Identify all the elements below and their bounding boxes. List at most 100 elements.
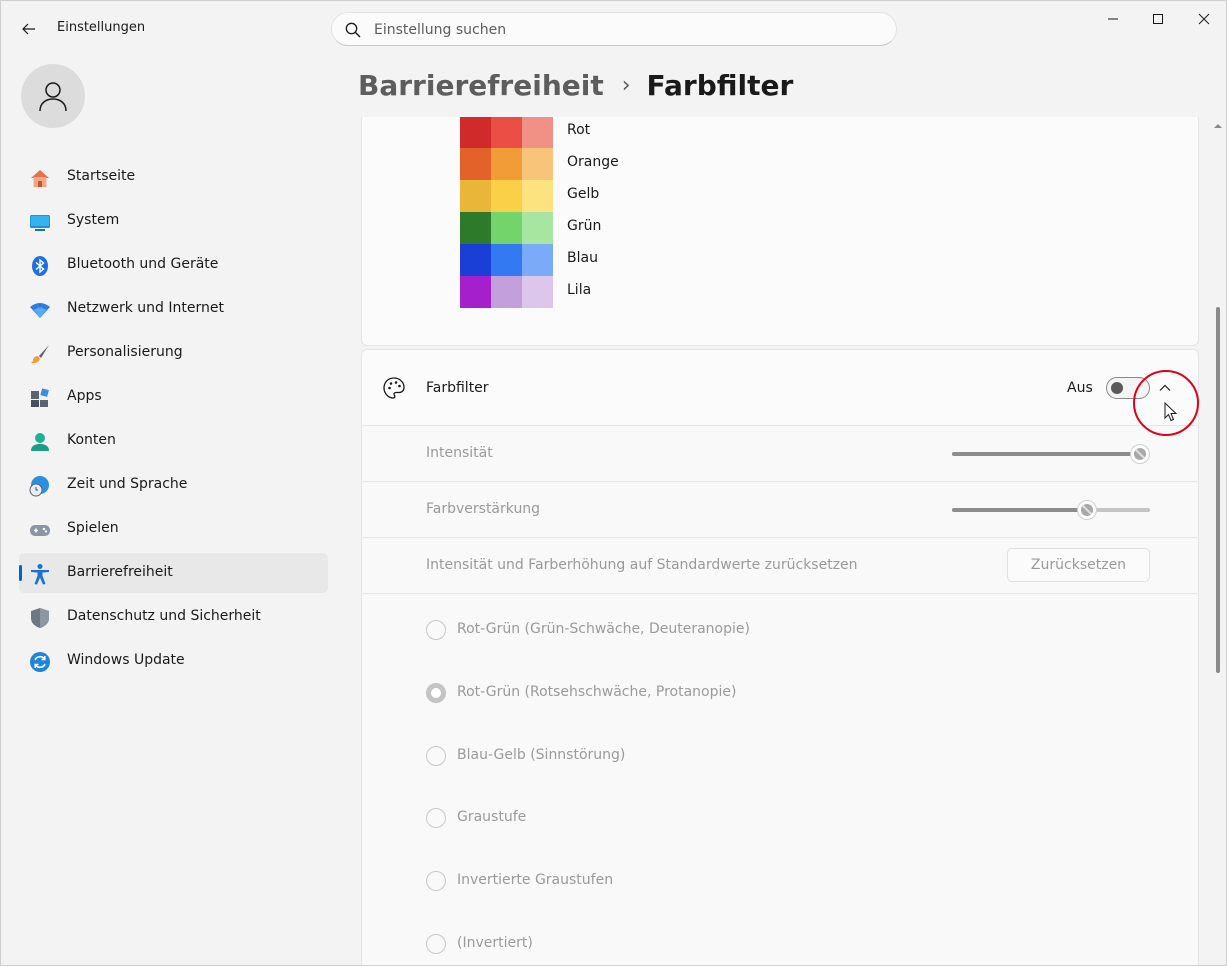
color-swatch-label: Orange bbox=[567, 154, 619, 170]
active-indicator bbox=[19, 565, 22, 581]
gamepad-icon bbox=[29, 519, 51, 541]
scroll-up-arrow-icon[interactable] bbox=[1213, 121, 1223, 131]
wifi-icon bbox=[29, 299, 51, 321]
sidebar-item-label: Bluetooth und Geräte bbox=[67, 256, 219, 272]
intensity-label: Intensität bbox=[426, 445, 493, 461]
color-preview-card: Rot Orange Gelb Grün Blau Lila bbox=[361, 117, 1199, 346]
toggle-state-label: Aus bbox=[1067, 380, 1093, 396]
sidebar-item-personalisierung[interactable]: Personalisierung bbox=[19, 333, 328, 373]
maximize-button[interactable] bbox=[1136, 5, 1180, 33]
settings-window: Einstellungen Startseit bbox=[0, 0, 1227, 966]
intensity-slider[interactable] bbox=[952, 444, 1151, 464]
scrollbar[interactable] bbox=[1211, 117, 1225, 965]
scrollbar-thumb[interactable] bbox=[1216, 307, 1220, 673]
search-input[interactable] bbox=[374, 19, 874, 41]
sidebar-item-network[interactable]: Netzwerk und Internet bbox=[19, 289, 328, 329]
avatar[interactable] bbox=[21, 64, 85, 128]
title-bar: Einstellungen bbox=[1, 1, 1226, 57]
color-swatch-label: Blau bbox=[567, 250, 598, 266]
sidebar-item-zeit-sprache[interactable]: Zeit und Sprache bbox=[19, 465, 328, 505]
color-swatch bbox=[491, 180, 522, 212]
slider-thumb[interactable] bbox=[1130, 444, 1151, 464]
intensity-row: Intensität bbox=[362, 426, 1198, 482]
color-boost-row: Farbverstärkung bbox=[362, 482, 1198, 538]
sidebar-item-system[interactable]: System bbox=[19, 201, 328, 241]
sidebar-item-konten[interactable]: Konten bbox=[19, 421, 328, 461]
sidebar-item-startseite[interactable]: Startseite bbox=[19, 157, 328, 197]
color-swatch bbox=[522, 276, 553, 308]
sidebar-item-windows-update[interactable]: Windows Update bbox=[19, 641, 328, 681]
sidebar-item-apps[interactable]: Apps bbox=[19, 377, 328, 417]
reset-description: Intensität und Farberhöhung auf Standard… bbox=[426, 557, 858, 573]
color-swatch bbox=[491, 276, 522, 308]
search-box[interactable] bbox=[331, 12, 897, 46]
color-swatch-row bbox=[460, 244, 553, 276]
color-boost-label: Farbverstärkung bbox=[426, 501, 541, 517]
color-swatch bbox=[491, 244, 522, 276]
color-swatch bbox=[491, 148, 522, 180]
color-filter-header[interactable]: Farbfilter Aus bbox=[362, 350, 1199, 436]
sidebar-nav: Startseite System Bluetooth und Geräte N… bbox=[19, 157, 328, 685]
reset-button[interactable]: Zurücksetzen bbox=[1007, 548, 1150, 582]
radio-circle[interactable] bbox=[426, 934, 446, 954]
sidebar-item-label: Spielen bbox=[67, 520, 119, 536]
color-swatch bbox=[522, 244, 553, 276]
sidebar-item-bluetooth[interactable]: Bluetooth und Geräte bbox=[19, 245, 328, 285]
app-title: Einstellungen bbox=[57, 20, 146, 35]
mouse-cursor-icon bbox=[1164, 402, 1178, 422]
color-swatch-row bbox=[460, 117, 553, 148]
color-swatch bbox=[460, 148, 491, 180]
content-area: Rot Orange Gelb Grün Blau Lila Farbfilter Aus bbox=[361, 117, 1199, 965]
breadcrumb-parent[interactable]: Barrierefreiheit bbox=[358, 69, 604, 102]
radio-label: (Invertiert) bbox=[457, 935, 533, 951]
user-icon bbox=[39, 82, 67, 112]
slider-fill bbox=[952, 452, 1141, 456]
color-swatch-row bbox=[460, 148, 553, 180]
radio-circle[interactable] bbox=[426, 871, 446, 891]
color-swatch-label: Gelb bbox=[567, 186, 600, 202]
palette-icon bbox=[383, 377, 405, 399]
sidebar-item-label: Konten bbox=[67, 432, 116, 448]
monitor-icon bbox=[29, 211, 51, 233]
shield-icon bbox=[29, 607, 51, 629]
sidebar-item-datenschutz[interactable]: Datenschutz und Sicherheit bbox=[19, 597, 328, 637]
slider-thumb[interactable] bbox=[1076, 500, 1097, 520]
color-swatch bbox=[460, 276, 491, 308]
radio-circle[interactable] bbox=[426, 808, 446, 828]
color-swatch bbox=[460, 117, 491, 148]
sidebar-item-label: Datenschutz und Sicherheit bbox=[67, 608, 261, 624]
color-boost-slider[interactable] bbox=[952, 500, 1150, 520]
color-swatch bbox=[491, 117, 522, 148]
sidebar-item-barrierefreiheit[interactable]: Barrierefreiheit bbox=[19, 553, 328, 593]
page-title: Farbfilter bbox=[646, 68, 794, 102]
radio-label: Rot-Grün (Rotsehschwäche, Protanopie) bbox=[457, 684, 737, 700]
sidebar-item-spielen[interactable]: Spielen bbox=[19, 509, 328, 549]
radio-label: Rot-Grün (Grün-Schwäche, Deuteranopie) bbox=[457, 621, 750, 637]
color-swatch bbox=[522, 180, 553, 212]
color-filter-card: Farbfilter Aus Intensität Farbverstärkun… bbox=[361, 349, 1199, 965]
back-arrow-icon bbox=[22, 23, 35, 35]
color-swatch bbox=[460, 180, 491, 212]
color-swatch bbox=[522, 117, 553, 148]
color-swatch-row bbox=[460, 276, 553, 308]
sidebar-item-label: Startseite bbox=[67, 168, 136, 184]
accessibility-icon bbox=[29, 563, 51, 585]
back-button[interactable] bbox=[15, 15, 43, 43]
sidebar-item-label: System bbox=[67, 212, 120, 228]
close-icon bbox=[1198, 13, 1210, 25]
radio-circle[interactable] bbox=[426, 620, 446, 640]
color-swatch-label: Lila bbox=[567, 282, 592, 298]
close-button[interactable] bbox=[1182, 5, 1226, 33]
breadcrumb: Barrierefreiheit › Farbfilter bbox=[358, 65, 793, 105]
radio-circle[interactable] bbox=[426, 683, 446, 703]
brush-icon bbox=[29, 343, 51, 365]
minimize-button[interactable] bbox=[1091, 5, 1135, 33]
radio-circle[interactable] bbox=[426, 746, 446, 766]
sidebar-item-label: Windows Update bbox=[67, 652, 185, 668]
globe-clock-icon bbox=[29, 475, 51, 497]
sidebar-item-label: Netzwerk und Internet bbox=[67, 300, 224, 316]
color-swatch-row bbox=[460, 212, 553, 244]
account-icon bbox=[29, 431, 51, 453]
color-swatch bbox=[522, 148, 553, 180]
home-icon bbox=[29, 167, 51, 189]
